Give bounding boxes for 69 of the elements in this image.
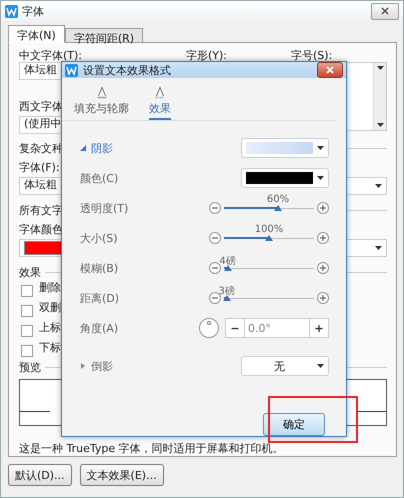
close-icon <box>381 7 389 15</box>
dialog-button[interactable]: 默认(D)... <box>8 464 72 486</box>
close-button[interactable] <box>317 62 343 78</box>
angle-dial-icon[interactable] <box>199 318 219 338</box>
checkbox[interactable] <box>21 285 33 297</box>
group-title: 预览 <box>19 361 41 374</box>
checkbox[interactable] <box>21 345 33 357</box>
slider-reading: 60% <box>266 194 290 204</box>
slider-reading: 3磅 <box>218 284 235 298</box>
window-title: 字体 <box>22 4 44 18</box>
font-note: 这是一种 TrueType 字体，同时适用于屏幕和打印机。 <box>19 442 284 455</box>
field-label: 大小(S) <box>80 230 118 246</box>
dropdown-arrow-icon <box>376 123 384 127</box>
dialog-title: 设置文本效果格式 <box>83 62 171 78</box>
tab[interactable]: 效果 <box>149 101 171 120</box>
dropdown-arrow-icon <box>375 246 382 250</box>
field-label: 模糊(B) <box>80 260 118 276</box>
field-label: 透明度(T) <box>80 200 128 216</box>
reflection-select[interactable]: 无 <box>241 356 329 376</box>
checkbox-label: 下标 <box>39 341 61 354</box>
plus-icon[interactable] <box>317 292 329 304</box>
minus-icon[interactable] <box>209 292 221 304</box>
ok-button[interactable]: 确定 <box>263 413 325 436</box>
collapse-triangle-icon[interactable] <box>80 145 86 151</box>
field-label: 字体(F): <box>19 161 60 174</box>
group-title: 效果 <box>19 266 41 279</box>
section-title[interactable]: 阴影 <box>91 140 113 156</box>
close-button[interactable] <box>371 2 399 20</box>
shadow-color-select[interactable] <box>241 168 329 188</box>
slider-reading: 4磅 <box>219 254 236 268</box>
app-logo-icon <box>65 64 78 76</box>
dropdown-arrow-icon <box>317 176 324 180</box>
section-title[interactable]: 倒影 <box>91 358 113 374</box>
decrement-button[interactable]: − <box>226 319 244 337</box>
plus-icon[interactable] <box>317 262 329 274</box>
checkbox-label: 删除 <box>39 281 61 294</box>
letter-a-icon <box>94 86 108 99</box>
close-icon <box>326 66 334 74</box>
tab[interactable]: 字体(N) <box>8 25 65 43</box>
expand-triangle-icon[interactable] <box>80 363 86 369</box>
letter-a-icon <box>153 86 167 99</box>
minus-icon[interactable] <box>209 232 221 244</box>
tab[interactable]: 字符间距(R) <box>64 28 144 43</box>
tab[interactable]: 填充与轮廓 <box>74 101 129 120</box>
angle-spinner[interactable]: − 0.0° + <box>225 318 329 338</box>
dropdown-arrow-icon <box>317 364 324 368</box>
minus-icon[interactable] <box>209 262 221 274</box>
checkbox[interactable] <box>21 305 33 317</box>
checkbox[interactable] <box>21 325 33 337</box>
slider-reading: 100% <box>254 224 284 234</box>
plus-icon[interactable] <box>317 232 329 244</box>
field-label: 角度(A) <box>80 320 118 336</box>
dialog-button[interactable]: 文本效果(E)... <box>80 464 164 486</box>
field-label: 颜色(C) <box>80 170 118 186</box>
field-label: 字号(S): <box>291 49 332 62</box>
field-label: 中文字体(T): <box>19 49 84 62</box>
dropdown-arrow-icon <box>375 184 382 188</box>
scrollbar[interactable] <box>373 63 386 130</box>
checkbox-label: 双删 <box>39 301 61 314</box>
dropdown-arrow-icon <box>376 66 384 70</box>
plus-icon[interactable] <box>317 202 329 214</box>
field-label: 字形(Y): <box>186 49 228 62</box>
minus-icon[interactable] <box>209 202 221 214</box>
app-logo-icon <box>5 4 18 18</box>
increment-button[interactable]: + <box>310 319 328 337</box>
checkbox-label: 上标 <box>39 321 61 334</box>
field-label: 距离(D) <box>80 290 120 306</box>
angle-input[interactable]: 0.0° <box>244 319 310 337</box>
dropdown-arrow-icon <box>317 146 324 150</box>
